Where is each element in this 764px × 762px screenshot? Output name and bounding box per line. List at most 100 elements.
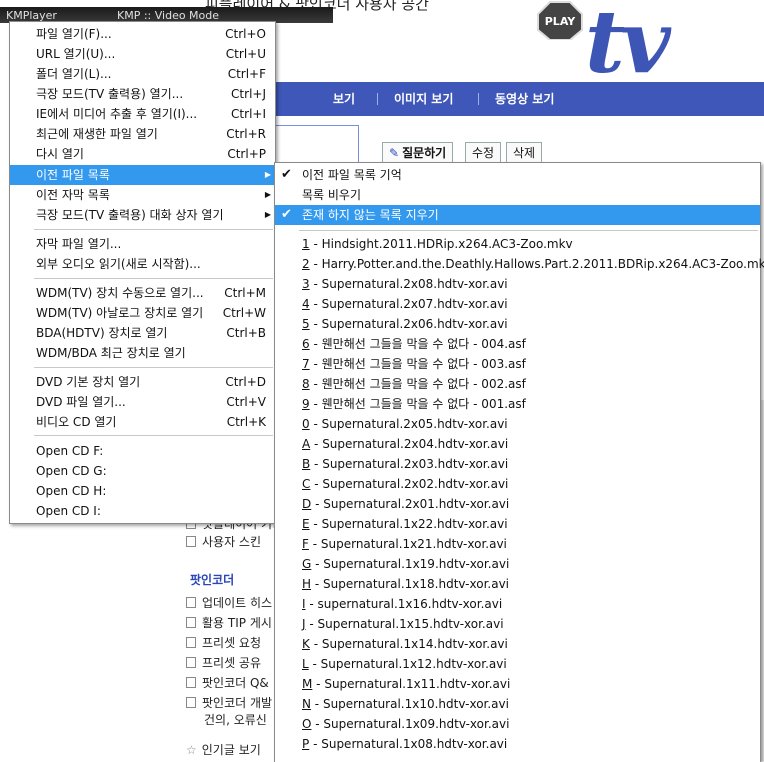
recent-file-item[interactable]: 3 - Supernatural.2x08.hdtv-xor.avi: [275, 274, 760, 294]
menu-item-ie-extract[interactable]: IE에서 미디어 추출 후 열기(I)... Ctrl+I: [10, 104, 275, 124]
menu-item-video-cd[interactable]: 비디오 CD 열기 Ctrl+K: [10, 412, 275, 432]
menu-item-label: Open CD F:: [36, 444, 104, 458]
recent-file-key: K: [302, 637, 310, 651]
recent-file-key: O: [302, 717, 312, 731]
recent-file-key: G: [302, 557, 312, 571]
menu-item-bda-hdtv[interactable]: BDA(HDTV) 장치로 열기 Ctrl+B: [10, 323, 275, 343]
section-list-item[interactable]: 팟인코더 Q&: [186, 674, 269, 691]
recent-file-item[interactable]: E - Supernatural.1x22.hdtv-xor.avi: [275, 514, 760, 534]
recent-file-item[interactable]: P - Supernatural.1x08.hdtv-xor.avi: [275, 734, 760, 754]
submenu-arrow-icon: ▶: [264, 170, 271, 179]
recent-file-key: 7: [302, 357, 310, 371]
recent-file-item[interactable]: 4 - Supernatural.2x07.hdtv-xor.avi: [275, 294, 760, 314]
option-clear-list[interactable]: 목록 비우기: [275, 185, 760, 205]
recent-file-item[interactable]: K - Supernatural.1x14.hdtv-xor.avi: [275, 634, 760, 654]
doc-icon: [186, 677, 196, 688]
recent-file-key: 6: [302, 337, 310, 351]
option-remember-list[interactable]: ✔ 이전 파일 목록 기억: [275, 165, 760, 185]
recent-file-key: C: [302, 477, 311, 491]
menu-item-theater-dialog[interactable]: 극장 모드(TV 출력용) 대화 상자 열기 ▶: [10, 205, 275, 225]
menu-item-previous-subtitles[interactable]: 이전 자막 목록 ▶: [10, 185, 275, 205]
recent-file-item[interactable]: 2 - Harry.Potter.and.the.Deathly.Hallows…: [275, 254, 764, 274]
nav-item-images[interactable]: 이미지 보기: [394, 90, 453, 107]
section-list-item[interactable]: 팟인코더 개발: [186, 694, 272, 711]
doc-icon: [186, 536, 196, 547]
section-list-item[interactable]: 업데이트 히스: [186, 594, 272, 611]
section-list-item[interactable]: 프리셋 요청: [186, 634, 261, 651]
menu-item-open-subtitle[interactable]: 자막 파일 열기...: [10, 234, 275, 254]
section-item-label: 팟인코더 Q&: [202, 676, 269, 690]
menu-item-open-cd-f[interactable]: Open CD F:: [10, 441, 275, 461]
recent-file-key: 2: [302, 257, 310, 271]
menu-item-label: WDM(TV) 아날로그 장치로 열기: [36, 306, 204, 320]
recent-file-item[interactable]: 7 - 웬만해선 그들을 막을 수 없다 - 003.asf: [275, 354, 760, 374]
recent-file-item[interactable]: O - Supernatural.1x09.hdtv-xor.avi: [275, 714, 760, 734]
recent-file-item[interactable]: 8 - 웬만해선 그들을 막을 수 없다 - 002.asf: [275, 374, 760, 394]
menu-item-label: 극장 모드(TV 출력용) 열기...: [36, 87, 184, 101]
recent-file-name: Supernatural.2x08.hdtv-xor.avi: [321, 277, 508, 291]
menu-item-previous-files[interactable]: 이전 파일 목록 ▶: [10, 165, 275, 185]
recent-file-item[interactable]: B - Supernatural.2x03.hdtv-xor.avi: [275, 454, 760, 474]
recent-file-item[interactable]: D - Supernatural.2x01.hdtv-xor.avi: [275, 494, 760, 514]
menu-item-open-url[interactable]: URL 열기(U)... Ctrl+U: [10, 44, 275, 64]
recent-file-item[interactable]: C - Supernatural.2x02.hdtv-xor.avi: [275, 474, 760, 494]
menu-item-open-file[interactable]: 파일 열기(F)... Ctrl+O: [10, 24, 275, 44]
nav-item-videos[interactable]: 동영상 보기: [495, 90, 554, 107]
menu-item-recent-files[interactable]: 최근에 재생한 파일 열기 Ctrl+R: [10, 124, 275, 144]
menu-item-shortcut: Ctrl+J: [231, 87, 266, 101]
menu-item-open-cd-g[interactable]: Open CD G:: [10, 461, 275, 481]
recent-file-item[interactable]: 1 - Hindsight.2011.HDRip.x264.AC3-Zoo.mk…: [275, 234, 760, 254]
option-remove-missing[interactable]: ✔ 존재 하지 않는 목록 지우기: [275, 205, 760, 225]
section-item-label: 업데이트 히스: [202, 596, 273, 610]
menu-item-wdm-analog[interactable]: WDM(TV) 아날로그 장치로 열기 Ctrl+W: [10, 303, 275, 323]
menu-item-open-cd-i[interactable]: Open CD I:: [10, 501, 275, 521]
menu-item-reopen[interactable]: 다시 열기 Ctrl+P: [10, 144, 275, 164]
delete-tab[interactable]: 삭제: [506, 142, 543, 164]
recent-file-label: A - Supernatural.2x04.hdtv-xor.avi: [302, 437, 509, 451]
menu-item-label: 외부 오디오 읽기(새로 시작함)...: [36, 257, 201, 271]
recent-file-item[interactable]: I - supernatural.1x16.hdtv-xor.avi: [275, 594, 760, 614]
nav-item-view[interactable]: 보기: [333, 90, 355, 107]
menu-item-wdm-bda-recent[interactable]: WDM/BDA 최근 장치로 열기: [10, 343, 275, 363]
section-item-label: 건의, 오류신: [204, 713, 267, 727]
menu-item-open-cd-h[interactable]: Open CD H:: [10, 481, 275, 501]
recent-file-item[interactable]: F - Supernatural.1x21.hdtv-xor.avi: [275, 534, 760, 554]
section-list-item[interactable]: 활용 TIP 게시: [186, 614, 272, 631]
recent-file-item[interactable]: M - Supernatural.1x11.hdtv-xor.avi: [275, 674, 760, 694]
section-list-item[interactable]: 건의, 오류신: [204, 711, 267, 728]
ask-question-tab[interactable]: ✎ 질문하기: [382, 142, 454, 164]
recent-file-key: J: [302, 617, 306, 631]
menu-item-label: Open CD I:: [36, 504, 101, 518]
section-list-item[interactable]: 프리셋 공유: [186, 654, 261, 671]
edit-tab[interactable]: 수정: [465, 142, 502, 164]
menu-item-theater-mode[interactable]: 극장 모드(TV 출력용) 열기... Ctrl+J: [10, 84, 275, 104]
recent-file-item[interactable]: H - Supernatural.1x18.hdtv-xor.avi: [275, 574, 760, 594]
recent-file-key: 4: [302, 297, 310, 311]
recent-file-name: 웬만해선 그들을 막을 수 없다 - 002.asf: [321, 377, 526, 391]
nav-divider: [377, 93, 378, 105]
open-context-menu: 파일 열기(F)... Ctrl+O URL 열기(U)... Ctrl+U 폴더 …: [9, 21, 276, 524]
recent-file-item[interactable]: 0 - Supernatural.2x05.hdtv-xor.avi: [275, 414, 760, 434]
menu-item-open-folder[interactable]: 폴더 열기(L)... Ctrl+F: [10, 64, 275, 84]
menu-item-external-audio[interactable]: 외부 오디오 읽기(새로 시작함)...: [10, 254, 275, 274]
recent-file-item[interactable]: L - Supernatural.1x12.hdtv-xor.avi: [275, 654, 760, 674]
recent-file-name: Supernatural.1x18.hdtv-xor.avi: [323, 577, 510, 591]
recent-file-item[interactable]: 5 - Supernatural.2x06.hdtv-xor.avi: [275, 314, 760, 334]
menu-item-dvd-default[interactable]: DVD 기본 장치 열기 Ctrl+D: [10, 372, 275, 392]
popular-posts-link[interactable]: ☆ 인기글 보기: [186, 741, 261, 758]
recent-file-item[interactable]: 6 - 웬만해선 그들을 막을 수 없다 - 004.asf: [275, 334, 760, 354]
ask-question-label: 질문하기: [402, 146, 447, 160]
recent-file-item[interactable]: G - Supernatural.1x19.hdtv-xor.avi: [275, 554, 760, 574]
menu-item-dvd-file[interactable]: DVD 파일 열기... Ctrl+V: [10, 392, 275, 412]
menu-item-label: 다시 열기: [36, 147, 84, 161]
doc-icon: [186, 617, 196, 628]
recent-file-item[interactable]: J - Supernatural.1x15.hdtv-xor.avi: [275, 614, 760, 634]
recent-file-key: F: [302, 537, 309, 551]
recent-file-item[interactable]: A - Supernatural.2x04.hdtv-xor.avi: [275, 434, 760, 454]
recent-file-key: H: [302, 577, 312, 591]
recent-file-item[interactable]: N - Supernatural.1x10.hdtv-xor.avi: [275, 694, 760, 714]
recent-file-item[interactable]: 9 - 웬만해선 그들을 막을 수 없다 - 001.asf: [275, 394, 760, 414]
left-list-item[interactable]: 사용자 스킨: [186, 533, 261, 550]
menu-item-wdm-manual[interactable]: WDM(TV) 장치 수동으로 열기... Ctrl+M: [10, 283, 275, 303]
recent-file-label: 5 - Supernatural.2x06.hdtv-xor.avi: [302, 317, 508, 331]
